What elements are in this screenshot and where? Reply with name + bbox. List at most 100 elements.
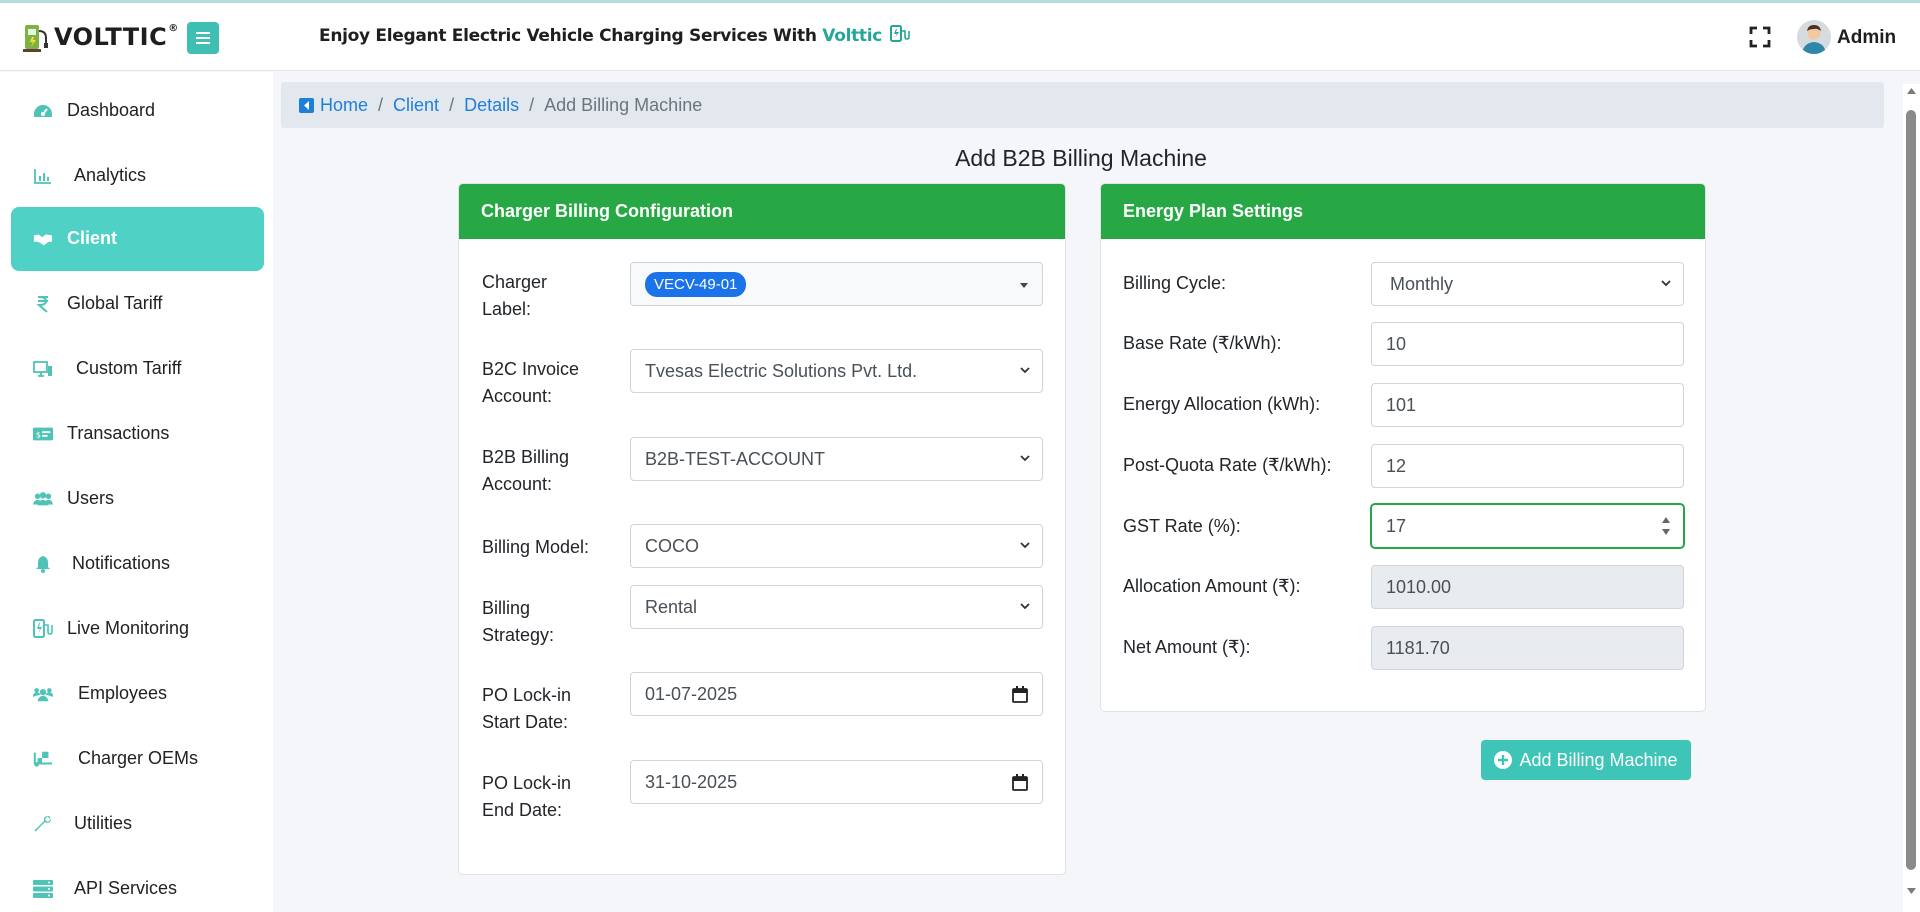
po-start-date-label: PO Lock-in Start Date:	[482, 685, 572, 732]
post-quota-rate-input[interactable]: 12	[1371, 444, 1684, 488]
input-value: 12	[1386, 455, 1407, 476]
hamburger-icon	[196, 32, 210, 44]
sidebar-item-label: Transactions	[67, 423, 170, 443]
input-value: 101	[1386, 394, 1417, 415]
charger-label-select[interactable]: VECV-49-01	[630, 262, 1043, 306]
charging-station-logo-icon	[22, 21, 50, 53]
input-value: 1010.00	[1386, 576, 1452, 597]
scroll-up-arrow-icon[interactable]	[1903, 84, 1920, 98]
input-value: 10	[1386, 333, 1407, 354]
tachometer-icon	[33, 101, 53, 121]
bar-chart-icon	[33, 166, 53, 186]
sidebar-item-notifications[interactable]: Notifications	[11, 532, 264, 596]
gst-rate-input[interactable]: 17	[1371, 504, 1684, 548]
calendar-icon[interactable]	[1012, 686, 1028, 703]
energy-allocation-label: Energy Allocation (kWh):	[1123, 394, 1321, 414]
header-tagline: Enjoy Elegant Electric Vehicle Charging …	[319, 25, 910, 46]
billing-model-select[interactable]: COCO	[630, 524, 1043, 568]
sidebar-item-custom-tariff[interactable]: Custom Tariff	[11, 337, 264, 401]
breadcrumb-details-link[interactable]: Details	[464, 95, 519, 116]
sidebar-item-dashboard[interactable]: Dashboard	[11, 79, 264, 143]
select-value: Rental	[645, 596, 698, 617]
sidebar-item-label: Analytics	[74, 165, 147, 185]
svg-text:$: $	[36, 430, 41, 440]
bell-icon	[33, 554, 53, 574]
sidebar-item-label: Dashboard	[67, 100, 156, 120]
base-rate-input[interactable]: 10	[1371, 322, 1684, 366]
breadcrumb-home-link[interactable]: Home	[320, 95, 368, 116]
sidebar-toggle-button[interactable]	[187, 22, 219, 54]
sidebar-item-label: Global Tariff	[67, 293, 163, 313]
date-value: 01-07-2025	[645, 683, 738, 704]
top-header: VOLTTIC® Enjoy Elegant Electric Vehicle …	[0, 3, 1920, 71]
plus-circle-icon	[1494, 751, 1513, 769]
sidebar-item-utilities[interactable]: Utilities	[11, 792, 264, 856]
energy-plan-settings-card: Energy Plan Settings Billing Cycle: Mont…	[1100, 183, 1706, 712]
po-end-date-label: PO Lock-in End Date:	[482, 773, 572, 820]
breadcrumb-separator: /	[449, 94, 455, 115]
handshake-icon	[33, 229, 53, 249]
allocation-amount-field: 1010.00	[1371, 565, 1684, 609]
input-value: 1181.70	[1386, 637, 1450, 658]
add-billing-machine-button[interactable]: Add Billing Machine	[1481, 740, 1691, 780]
billing-strategy-select[interactable]: Rental	[630, 585, 1043, 629]
po-end-date-input[interactable]: 31-10-2025	[630, 760, 1043, 804]
net-amount-field: 1181.70	[1371, 626, 1684, 670]
sidebar-item-label: Custom Tariff	[76, 358, 182, 378]
select-value: B2B-TEST-ACCOUNT	[645, 448, 826, 469]
caret-down-icon	[1020, 283, 1028, 288]
button-label: Add Billing Machine	[1519, 749, 1678, 770]
scrollbar-thumb[interactable]	[1906, 110, 1916, 870]
number-spinner-icon[interactable]	[1661, 514, 1671, 538]
billing-cycle-select[interactable]: Monthly	[1371, 262, 1684, 306]
gst-rate-label: GST Rate (%):	[1123, 516, 1241, 536]
caret-left-icon	[299, 97, 314, 113]
po-start-date-input[interactable]: 01-07-2025	[630, 672, 1043, 716]
sidebar-item-label: Users	[67, 488, 115, 508]
sidebar-item-transactions[interactable]: $ Transactions	[11, 402, 264, 466]
employees-icon	[33, 684, 53, 704]
sidebar-item-label: Live Monitoring	[67, 618, 190, 638]
page-title: Add B2B Billing Machine	[955, 145, 1207, 171]
sidebar-item-charger-oems[interactable]: Charger OEMs	[11, 727, 264, 791]
card-title: Energy Plan Settings	[1101, 184, 1705, 239]
avatar[interactable]	[1797, 20, 1831, 54]
scroll-down-arrow-icon[interactable]	[1903, 884, 1920, 898]
energy-allocation-input[interactable]: 101	[1371, 383, 1684, 427]
billing-strategy-label: Billing Strategy:	[482, 598, 555, 645]
post-quota-rate-label: Post-Quota Rate (₹/kWh):	[1123, 455, 1332, 475]
b2c-invoice-account-select[interactable]: Tvesas Electric Solutions Pvt. Ltd.	[630, 349, 1043, 393]
sidebar-item-live-monitoring[interactable]: Live Monitoring	[11, 597, 264, 661]
select-value: Tvesas Electric Solutions Pvt. Ltd.	[645, 360, 918, 381]
fullscreen-icon[interactable]	[1748, 25, 1772, 49]
breadcrumb-client-link[interactable]: Client	[393, 95, 439, 116]
net-amount-label: Net Amount (₹):	[1123, 637, 1251, 657]
b2b-billing-account-select[interactable]: B2B-TEST-ACCOUNT	[630, 437, 1043, 481]
breadcrumb-separator: /	[529, 94, 535, 115]
chevron-down-icon	[1020, 367, 1030, 374]
sidebar-item-label: Client	[67, 228, 118, 248]
sidebar-item-global-tariff[interactable]: Global Tariff	[11, 272, 264, 336]
sidebar-item-analytics[interactable]: Analytics	[11, 144, 264, 208]
breadcrumb-current: Add Billing Machine	[544, 94, 703, 115]
sidebar-item-label: API Services	[74, 878, 178, 898]
sidebar-item-client[interactable]: Client	[11, 207, 264, 271]
users-icon	[33, 489, 53, 509]
b2b-account-label: B2B Billing Account:	[482, 447, 570, 494]
card-title: Charger Billing Configuration	[459, 184, 1065, 239]
volttic-logo[interactable]: VOLTTIC®	[22, 21, 179, 53]
logo-text: VOLTTIC®	[54, 23, 179, 51]
sidebar-item-label: Utilities	[74, 813, 133, 833]
charger-label-label: Charger Label:	[482, 272, 548, 319]
sidebar-item-employees[interactable]: Employees	[11, 662, 264, 726]
sidebar-item-api-services[interactable]: API Services	[11, 857, 264, 912]
allocation-amount-label: Allocation Amount (₹):	[1123, 576, 1301, 596]
user-name[interactable]: Admin	[1837, 27, 1896, 49]
server-icon	[33, 879, 53, 899]
charger-tag[interactable]: VECV-49-01	[645, 271, 747, 297]
sidebar-item-users[interactable]: Users	[11, 467, 264, 531]
calendar-icon[interactable]	[1012, 774, 1028, 791]
rupee-icon	[33, 294, 53, 314]
billing-cycle-label: Billing Cycle:	[1123, 273, 1227, 293]
b2c-account-label: B2C Invoice Account:	[482, 359, 580, 406]
